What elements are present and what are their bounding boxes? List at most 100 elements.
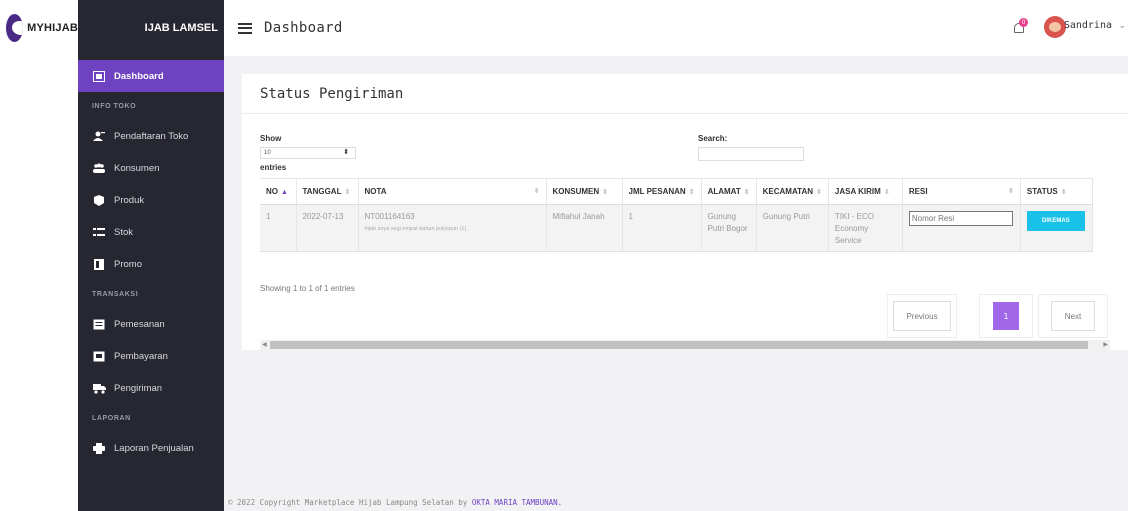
sidebar-item-dashboard[interactable]: Dashboard bbox=[78, 60, 224, 92]
sidebar-item-label: Dashboard bbox=[114, 70, 164, 82]
footer-author-link[interactable]: OKTA MARIA TAMBUNAN. bbox=[472, 498, 562, 507]
notification-badge: 0 bbox=[1019, 18, 1028, 27]
truck-icon bbox=[92, 382, 106, 394]
cell-jasa-kirim: TIKI - ECO Economy Service bbox=[828, 204, 903, 252]
footer: © 2022 Copyright Marketplace Hijab Lampu… bbox=[228, 498, 562, 507]
next-button[interactable]: Next bbox=[1051, 301, 1095, 331]
search-label: Search: bbox=[698, 134, 728, 143]
status-button[interactable]: DIKEMAS bbox=[1026, 211, 1085, 231]
sort-icon: ⬍ bbox=[602, 189, 609, 196]
sidebar-item-stok[interactable]: Stok bbox=[78, 216, 224, 248]
sidebar-item-konsumen[interactable]: Konsumen bbox=[78, 152, 224, 184]
dashboard-icon bbox=[92, 70, 106, 82]
page-1-button[interactable]: 1 bbox=[993, 302, 1019, 330]
list-icon bbox=[92, 226, 106, 238]
search-input[interactable] bbox=[698, 147, 804, 161]
page-title: Dashboard bbox=[264, 20, 343, 36]
entries-length-control: Show 10 ⬍ entries bbox=[260, 134, 356, 172]
store-name[interactable]: IJAB LAMSEL bbox=[145, 22, 218, 34]
table-row: 1 2022-07-13 NT001164163 hijab zoya segi… bbox=[260, 204, 1093, 252]
brand-name: MYHIJAB bbox=[27, 22, 78, 34]
sidebar-item-laporan-penjualan[interactable]: Laporan Penjualan bbox=[78, 432, 224, 464]
sidebar-item-label: Pemesanan bbox=[114, 318, 165, 330]
column-header-jasa-kirim[interactable]: JASA KIRIM ⬍ bbox=[828, 178, 903, 205]
entries-length-select[interactable]: 10 ⬍ bbox=[260, 147, 356, 159]
sidebar-item-label: Pendaftaran Toko bbox=[114, 130, 189, 142]
entries-label: entries bbox=[260, 163, 287, 172]
sort-icon: ⬍ bbox=[344, 189, 351, 196]
chevron-down-icon[interactable]: ⌄ bbox=[1118, 21, 1126, 31]
sidebar-item-label: Pembayaran bbox=[114, 350, 168, 362]
brand[interactable]: MYHIJAB bbox=[0, 0, 78, 56]
sidebar-section-heading: INFO TOKO bbox=[92, 102, 137, 110]
sidebar-item-pembayaran[interactable]: Pembayaran bbox=[78, 340, 224, 372]
column-header-alamat[interactable]: ALAMAT ⬍ bbox=[701, 178, 757, 205]
scroll-left-icon[interactable]: ◀ bbox=[262, 340, 267, 350]
user-name[interactable]: Sandrina bbox=[1064, 20, 1112, 31]
nota-detail: hijab zoya segi empat bahan polyspun (1)… bbox=[364, 226, 468, 232]
scroll-right-icon[interactable]: ▶ bbox=[1103, 340, 1108, 350]
box-icon bbox=[92, 194, 106, 206]
scrollbar-thumb[interactable] bbox=[270, 341, 1088, 349]
pagination-page-wrap: 1 bbox=[979, 294, 1033, 338]
column-header-no[interactable]: NO ▲ bbox=[260, 178, 297, 205]
column-header-konsumen[interactable]: KONSUMEN ⬍ bbox=[546, 178, 623, 205]
sort-icon: ⬍ bbox=[688, 189, 695, 196]
sidebar-item-pengiriman[interactable]: Pengiriman bbox=[78, 372, 224, 404]
cell-alamat: Gunung Putri Bogor bbox=[701, 204, 757, 252]
printer-icon bbox=[92, 442, 106, 454]
sidebar-item-promo[interactable]: Promo bbox=[78, 248, 224, 280]
topbar: Dashboard 0 Sandrina ⌄ bbox=[224, 0, 1128, 56]
horizontal-scrollbar[interactable]: ◀ ▶ bbox=[260, 340, 1110, 350]
sort-asc-icon: ▲ bbox=[281, 189, 288, 196]
sidebar: IJAB LAMSEL Dashboard INFO TOKO Pendafta… bbox=[78, 0, 224, 511]
pagination-previous-wrap: Previous bbox=[887, 294, 957, 338]
sort-icon: ⬍ bbox=[883, 189, 890, 196]
user-add-icon bbox=[92, 130, 106, 142]
sort-icon: ⬍ bbox=[743, 189, 750, 196]
resi-input[interactable]: Nomor Resi bbox=[908, 211, 1013, 226]
sort-icon: ⬍ bbox=[816, 189, 822, 196]
cell-resi: Nomor Resi bbox=[902, 204, 1021, 252]
column-header-nota[interactable]: NOTA ⬍ bbox=[358, 178, 547, 205]
payment-icon bbox=[92, 350, 106, 362]
pagination-next-wrap: Next bbox=[1038, 294, 1108, 338]
hijab-logo-icon bbox=[6, 14, 24, 42]
sidebar-section-heading: LAPORAN bbox=[92, 414, 131, 422]
column-header-kecamatan[interactable]: KECAMATAN ⬍ bbox=[756, 178, 829, 205]
sidebar-item-label: Pengiriman bbox=[114, 382, 163, 394]
menu-toggle-icon[interactable] bbox=[238, 22, 252, 34]
sidebar-item-label: Laporan Penjualan bbox=[114, 442, 194, 454]
sidebar-item-label: Produk bbox=[114, 194, 145, 206]
column-header-jml-pesanan[interactable]: JML PESANAN ⬍ bbox=[622, 178, 702, 205]
notification-bell-icon[interactable]: 0 bbox=[1012, 18, 1028, 37]
cell-kecamatan: Gunung Putri bbox=[756, 204, 829, 252]
previous-button[interactable]: Previous bbox=[893, 301, 951, 331]
order-icon bbox=[92, 318, 106, 330]
sidebar-item-label: Stok bbox=[114, 226, 134, 238]
main-content: Status Pengiriman Show 10 ⬍ entries Sear… bbox=[224, 56, 1128, 511]
column-header-tanggal[interactable]: TANGGAL ⬍ bbox=[296, 178, 359, 205]
select-arrow-icon: ⬍ bbox=[343, 149, 349, 156]
users-icon bbox=[92, 162, 106, 174]
promo-icon bbox=[92, 258, 106, 270]
cell-no: 1 bbox=[260, 204, 297, 252]
column-header-resi[interactable]: RESI ⬍ bbox=[902, 178, 1021, 205]
show-label: Show bbox=[260, 134, 282, 143]
cell-status: DIKEMAS bbox=[1020, 204, 1093, 252]
sidebar-section-heading: TRANSAKSI bbox=[92, 290, 139, 298]
sidebar-item-produk[interactable]: Produk bbox=[78, 184, 224, 216]
table-info: Showing 1 to 1 of 1 entries bbox=[260, 284, 355, 293]
cell-tanggal: 2022-07-13 bbox=[296, 204, 359, 252]
status-pengiriman-card: Status Pengiriman Show 10 ⬍ entries Sear… bbox=[242, 74, 1128, 350]
nota-number: NT001164163 bbox=[364, 212, 415, 221]
sidebar-item-pemesanan[interactable]: Pemesanan bbox=[78, 308, 224, 340]
sort-icon: ⬍ bbox=[1008, 188, 1014, 195]
sidebar-item-pendaftaran-toko[interactable]: Pendaftaran Toko bbox=[78, 120, 224, 152]
column-header-status[interactable]: STATUS ⬍ bbox=[1020, 178, 1093, 205]
sort-icon: ⬍ bbox=[1060, 189, 1067, 196]
search-control: Search: bbox=[698, 134, 804, 161]
sidebar-header: IJAB LAMSEL bbox=[78, 0, 224, 56]
avatar[interactable] bbox=[1044, 16, 1066, 38]
card-title: Status Pengiriman bbox=[242, 74, 1128, 114]
